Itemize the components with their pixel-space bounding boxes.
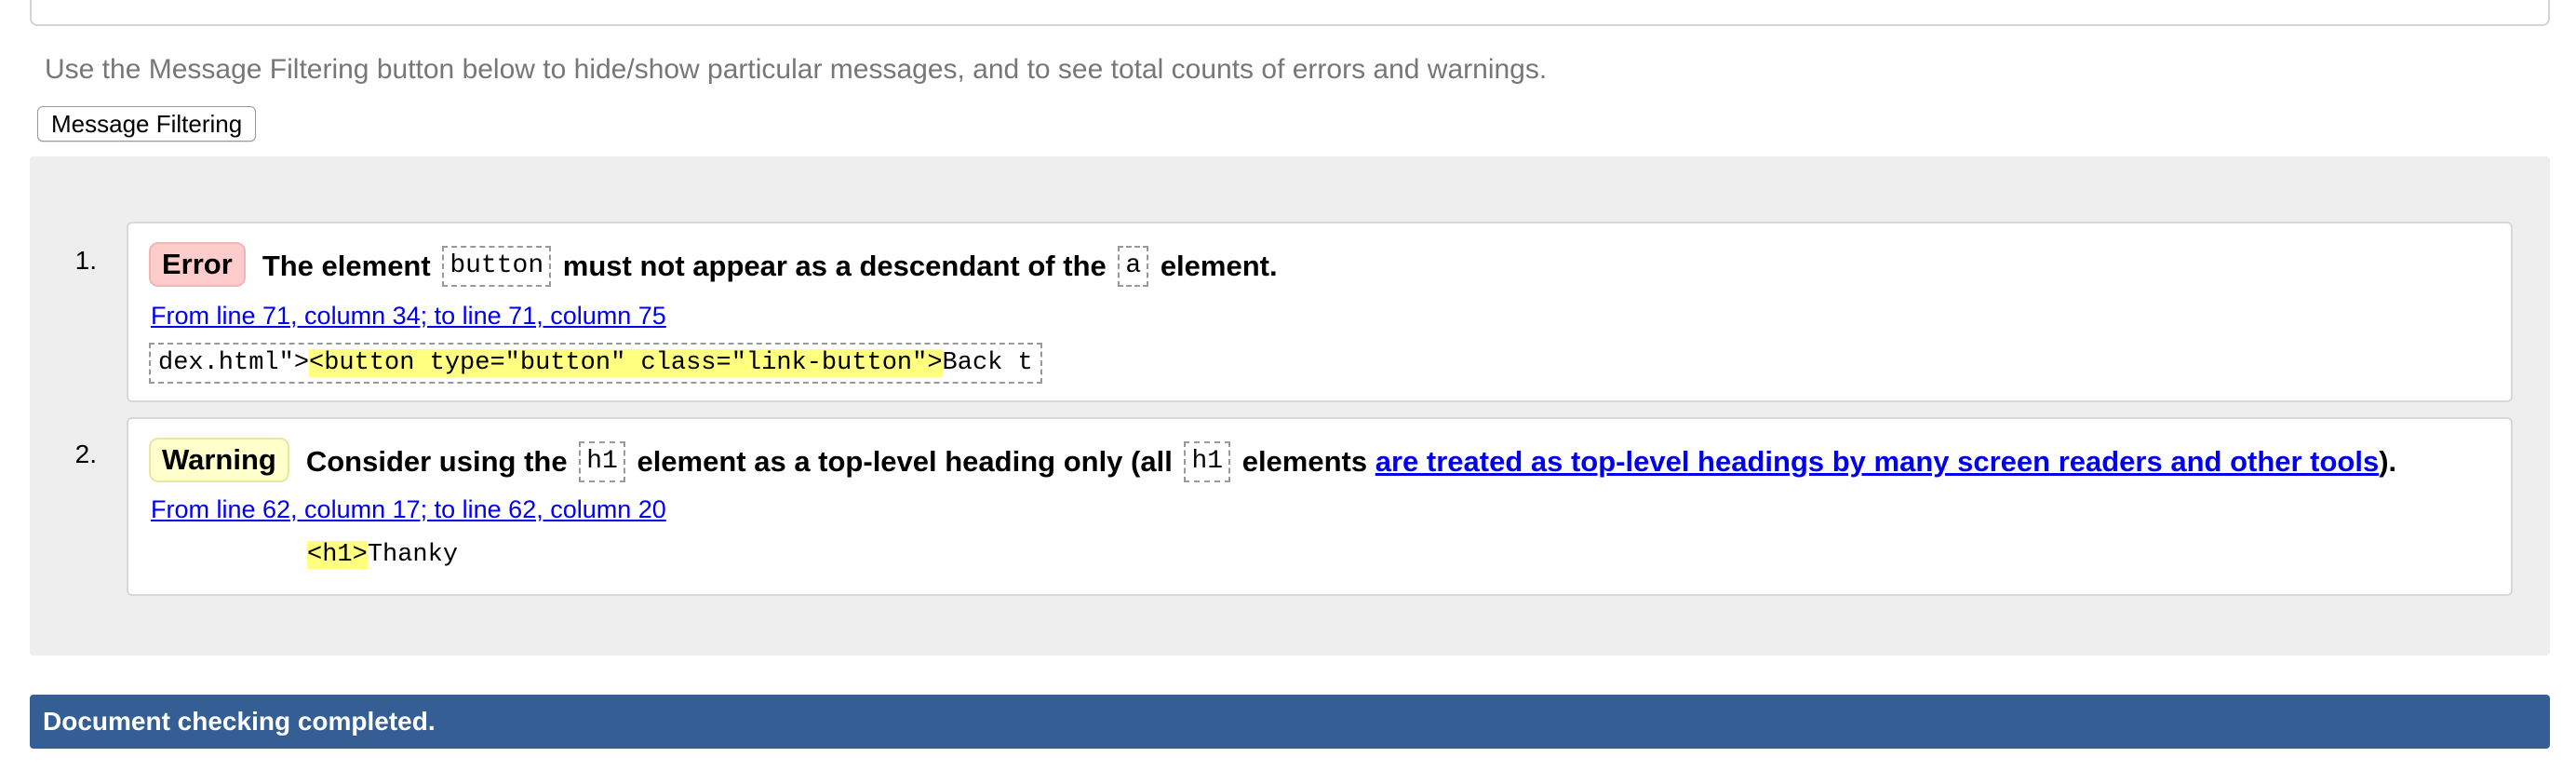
previous-section-box	[30, 0, 2550, 26]
message-number: 2.	[74, 440, 97, 468]
error-message: Error The element button must not appear …	[127, 222, 2513, 402]
message-text: element.	[1160, 249, 1278, 282]
code-element-name: h1	[579, 440, 625, 482]
status-bar: Document checking completed.	[30, 695, 2550, 749]
message-text: must not appear as a descendant of the	[562, 249, 1107, 282]
message-text: element as a top-level heading only (all	[637, 444, 1173, 478]
source-extract: <h1>Thanky	[307, 536, 458, 574]
screen-readers-link[interactable]: are treated as top-level headings by man…	[1375, 445, 2380, 478]
location-link[interactable]: From line 62, column 17; to line 62, col…	[151, 495, 666, 524]
message-text: The element	[262, 249, 431, 282]
extract-highlight: <button type="button" class="link-button…	[309, 349, 943, 377]
warning-badge: Warning	[149, 438, 289, 482]
extract-highlight: <h1>	[307, 541, 368, 569]
message-number: 1.	[74, 246, 97, 275]
code-element-name: a	[1118, 245, 1149, 287]
code-element-name: h1	[1184, 440, 1231, 482]
message-filtering-button[interactable]: Message Filtering	[37, 106, 257, 142]
location-link[interactable]: From line 71, column 34; to line 71, col…	[151, 302, 666, 331]
message-heading: Error The element button must not appear …	[149, 242, 1278, 288]
extract-text: Thanky	[367, 541, 459, 569]
code-element-name: button	[442, 245, 552, 287]
warning-message: Warning Consider using the h1 element as …	[127, 417, 2513, 596]
error-badge: Error	[149, 242, 246, 287]
source-extract: dex.html"><button type="button" class="l…	[149, 343, 1042, 384]
results-panel: 1. Error The element button must not appe…	[30, 156, 2550, 656]
message-text: ).	[2379, 444, 2397, 478]
message-text: Consider using the	[305, 444, 568, 478]
message-text: elements	[1241, 444, 1368, 478]
message-heading: Warning Consider using the h1 element as …	[149, 438, 2396, 483]
filtering-instructions: Use the Message Filtering button below t…	[45, 54, 1548, 85]
extract-text: dex.html">	[158, 349, 310, 377]
extract-text: Back t	[942, 349, 1033, 377]
